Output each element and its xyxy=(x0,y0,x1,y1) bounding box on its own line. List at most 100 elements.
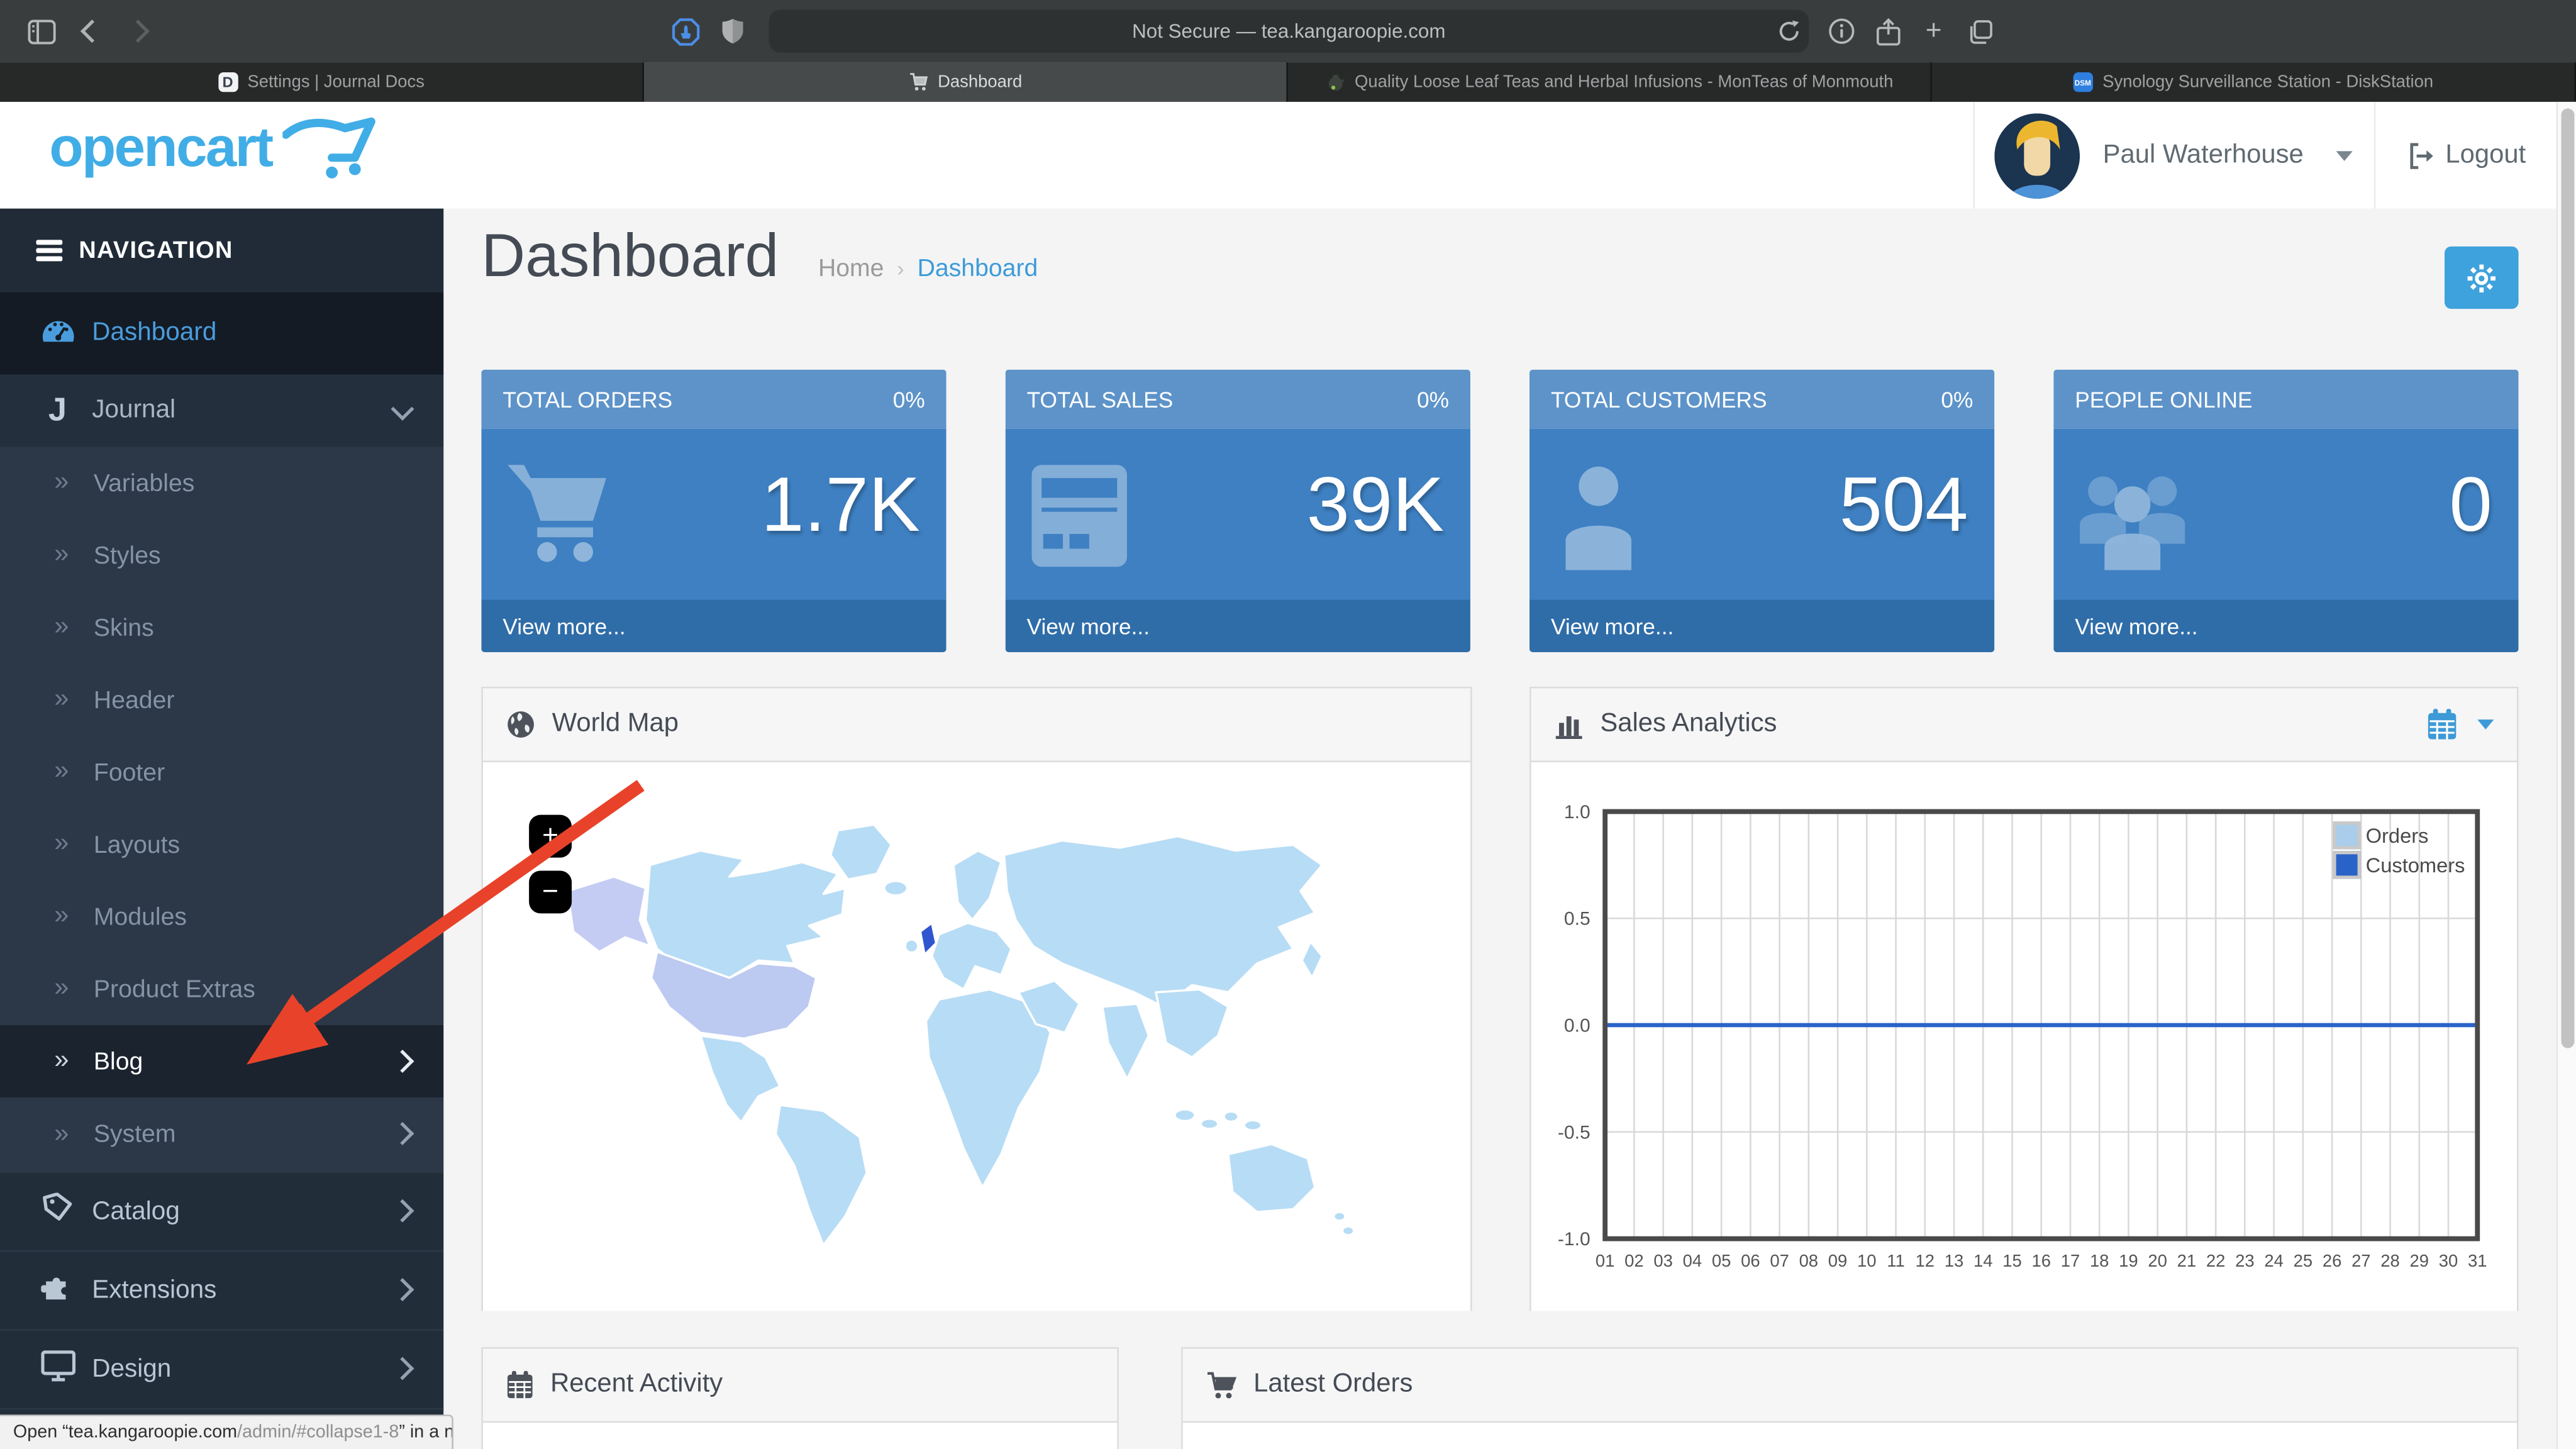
legend-label: Customers xyxy=(2366,853,2465,877)
tile-value: 1.7K xyxy=(761,458,920,549)
tab-monteas[interactable]: Quality Loose Leaf Teas and Herbal Infus… xyxy=(1288,62,1932,102)
panel-title: World Map xyxy=(552,709,679,739)
logout-label: Logout xyxy=(2445,140,2526,170)
svg-text:19: 19 xyxy=(2119,1251,2138,1270)
sidebar-item-system[interactable]: » System xyxy=(0,1097,443,1172)
view-more-link[interactable]: View more... xyxy=(1006,599,1470,652)
svg-text:20: 20 xyxy=(2148,1251,2167,1270)
new-tab-icon[interactable]: + xyxy=(1916,0,1951,62)
tile-label: TOTAL CUSTOMERS xyxy=(1551,387,1767,411)
svg-text:07: 07 xyxy=(1770,1251,1789,1270)
tab-title: Dashboard xyxy=(938,72,1022,92)
guillemet-icon: » xyxy=(54,613,69,642)
reader-info-icon[interactable] xyxy=(1824,0,1860,62)
svg-text:12: 12 xyxy=(1916,1251,1935,1270)
extension-hand-icon[interactable] xyxy=(667,0,703,62)
tile-value: 504 xyxy=(1840,458,1968,549)
panel-title: Recent Activity xyxy=(550,1370,723,1400)
tile-percent: 0% xyxy=(1417,387,1449,411)
shield-icon[interactable] xyxy=(716,0,749,62)
globe-icon xyxy=(506,709,536,739)
guillemet-icon: » xyxy=(54,1046,69,1076)
screen: Not Secure — tea.kangaroopie.com + D Set… xyxy=(0,0,2576,1449)
cart-icon xyxy=(1206,1371,1237,1399)
opencart-logo[interactable]: opencart xyxy=(49,115,377,180)
sidebar-item-skins[interactable]: »Skins xyxy=(0,591,443,663)
tile-total-customers: TOTAL CUSTOMERS0% 504 View more... xyxy=(1530,370,1994,652)
sidebar-item-blog[interactable]: » Blog xyxy=(0,1025,443,1097)
status-tooltip: Open “tea.kangaroopie.com/admin/#collaps… xyxy=(0,1414,453,1449)
tile-label: TOTAL ORDERS xyxy=(502,387,672,411)
view-more-link[interactable]: View more... xyxy=(2053,599,2518,652)
browser-tab-bar: D Settings | Journal Docs Dashboard Qual… xyxy=(0,62,2576,102)
app-header: opencart Paul Waterhouse Logout xyxy=(0,102,2576,209)
breadcrumb-current[interactable]: Dashboard xyxy=(918,255,1038,282)
legend-item: Orders xyxy=(2333,821,2465,849)
logout-button[interactable]: Logout xyxy=(2374,102,2558,209)
tile-label: PEOPLE ONLINE xyxy=(2075,387,2252,411)
guillemet-icon: » xyxy=(54,974,69,1004)
date-range-dropdown[interactable] xyxy=(2426,708,2494,741)
guillemet-icon: » xyxy=(54,902,69,931)
chevron-right-icon xyxy=(394,1355,411,1384)
world-map[interactable] xyxy=(483,762,1470,1311)
user-name: Paul Waterhouse xyxy=(2103,140,2304,170)
share-icon[interactable] xyxy=(1870,0,1906,62)
sidebar-item-design[interactable]: Design xyxy=(0,1329,443,1409)
breadcrumb-home[interactable]: Home xyxy=(818,255,884,282)
guillemet-icon: » xyxy=(54,757,69,787)
svg-text:18: 18 xyxy=(2090,1251,2109,1270)
sidebar-item-journal[interactable]: J Journal xyxy=(0,375,443,447)
tile-label: TOTAL SALES xyxy=(1027,387,1174,411)
tile-value: 39K xyxy=(1307,458,1444,549)
person-icon xyxy=(1553,462,1652,578)
url-bar[interactable]: Not Secure — tea.kangaroopie.com xyxy=(769,10,1809,53)
svg-text:16: 16 xyxy=(2031,1251,2050,1270)
svg-text:26: 26 xyxy=(2323,1251,2341,1270)
bar-chart-icon xyxy=(1554,709,1584,739)
status-text-path: /admin/#collapse1-8 xyxy=(237,1423,399,1442)
sidebar-nav-header: NAVIGATION xyxy=(0,209,443,292)
sidebar-item-catalog[interactable]: Catalog xyxy=(0,1172,443,1250)
sidebar-item-header[interactable]: »Header xyxy=(0,663,443,736)
tab-overview-icon[interactable] xyxy=(1962,0,1997,62)
svg-text:13: 13 xyxy=(1945,1251,1963,1270)
back-button[interactable] xyxy=(75,0,108,62)
tab-journal-docs[interactable]: D Settings | Journal Docs xyxy=(0,62,644,102)
forward-button[interactable] xyxy=(121,0,154,62)
sidebar-item-dashboard[interactable]: Dashboard xyxy=(0,292,443,375)
sidebar-item-footer[interactable]: »Footer xyxy=(0,736,443,808)
sidebar-item-variables[interactable]: »Variables xyxy=(0,447,443,519)
status-text-suffix: ” in a new tab xyxy=(399,1423,453,1442)
sales-analytics-panel: Sales Analytics 1.00.50.0-0.5-1.00102030… xyxy=(1530,687,2519,1311)
chevron-down-icon xyxy=(2477,719,2494,730)
sidebar-item-extensions[interactable]: Extensions xyxy=(0,1250,443,1329)
legend-swatch xyxy=(2333,851,2360,879)
user-menu[interactable]: Paul Waterhouse xyxy=(1973,102,2373,209)
sidebar-item-styles[interactable]: »Styles xyxy=(0,519,443,591)
svg-text:0.0: 0.0 xyxy=(1564,1015,1591,1036)
svg-text:22: 22 xyxy=(2206,1251,2225,1270)
svg-text:21: 21 xyxy=(2177,1251,2196,1270)
map-zoom-in-button[interactable]: + xyxy=(529,815,572,858)
sidebar-item-layouts[interactable]: »Layouts xyxy=(0,808,443,880)
tab-dashboard[interactable]: Dashboard xyxy=(644,62,1288,102)
sidebar-item-modules[interactable]: »Modules xyxy=(0,880,443,953)
map-zoom-out-button[interactable]: − xyxy=(529,870,572,913)
view-more-link[interactable]: View more... xyxy=(481,599,946,652)
sidebar-toggle-icon[interactable] xyxy=(23,0,59,62)
chevron-right-icon xyxy=(394,1121,411,1148)
breadcrumb-separator: › xyxy=(897,257,904,281)
tab-synology[interactable]: DSM Synology Surveillance Station - Disk… xyxy=(1932,62,2576,102)
svg-text:17: 17 xyxy=(2061,1251,2080,1270)
sidebar-item-product-extras[interactable]: »Product Extras xyxy=(0,953,443,1025)
nav-header-label: NAVIGATION xyxy=(79,237,233,264)
page-scrollbar[interactable] xyxy=(2557,102,2576,1449)
hamburger-icon[interactable] xyxy=(36,236,62,265)
view-more-link[interactable]: View more... xyxy=(1530,599,1994,652)
logo-text: opencart xyxy=(49,116,272,180)
scrollbar-thumb[interactable] xyxy=(2560,108,2573,1048)
reload-icon[interactable] xyxy=(1771,0,1807,62)
settings-button[interactable] xyxy=(2445,247,2519,309)
tile-total-sales: TOTAL SALES 0% 39K View more... xyxy=(1006,370,1470,652)
